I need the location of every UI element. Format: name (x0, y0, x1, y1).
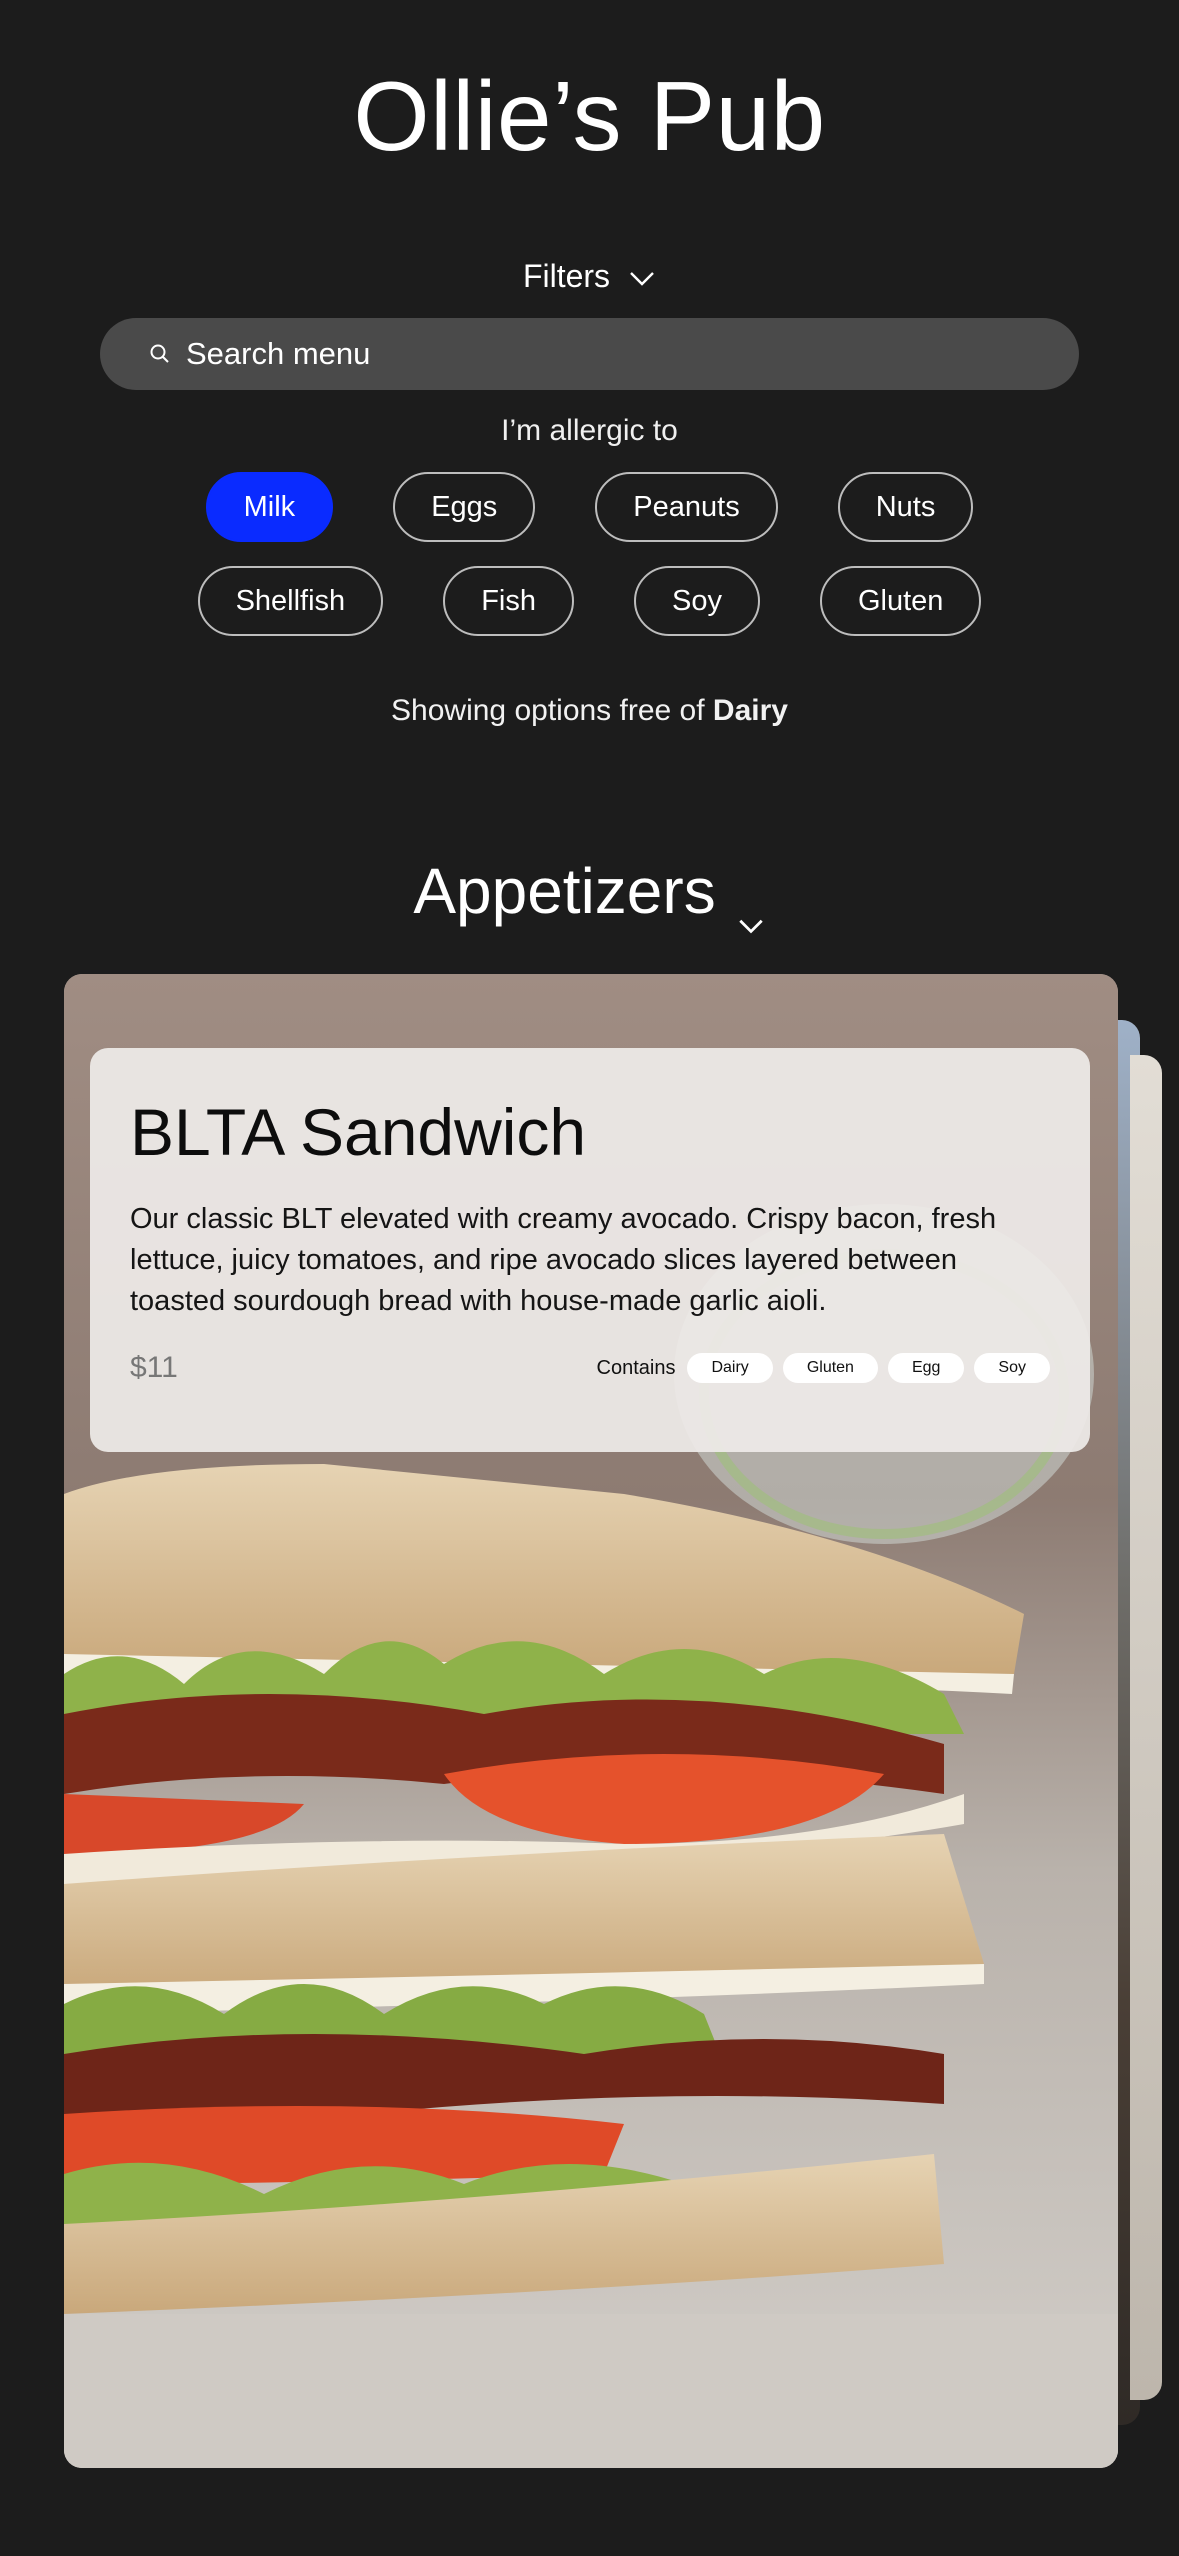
filters-toggle[interactable]: Filters (0, 258, 1179, 295)
allergen-tag-soy: Soy (974, 1353, 1050, 1383)
section-dropdown-appetizers[interactable]: Appetizers (0, 854, 1179, 934)
allergen-tags: Contains Dairy Gluten Egg Soy (597, 1353, 1050, 1383)
allergen-tag-dairy: Dairy (687, 1353, 773, 1383)
menu-page: Ollie’s Pub Filters I’m allergic to Milk… (0, 0, 1179, 2556)
item-details-panel: BLTA Sandwich Our classic BLT elevated w… (90, 1048, 1090, 1452)
allergen-chip-gluten[interactable]: Gluten (819, 566, 982, 636)
restaurant-title: Ollie’s Pub (353, 61, 826, 171)
search-bar[interactable] (100, 318, 1079, 390)
allergen-chips-row-1: Milk Eggs Peanuts Nuts (0, 472, 1179, 542)
filters-label: Filters (522, 258, 611, 294)
allergen-chip-shellfish[interactable]: Shellfish (197, 566, 384, 636)
filter-status-prefix: Showing options free of (391, 694, 713, 727)
item-footer: $11 Contains Dairy Gluten Egg Soy (130, 1348, 1050, 1388)
allergen-chip-milk[interactable]: Milk (205, 472, 334, 542)
contains-label: Contains (596, 1356, 676, 1379)
search-input[interactable] (186, 336, 986, 372)
allergen-chip-fish[interactable]: Fish (443, 566, 574, 636)
allergen-tag-egg: Egg (887, 1353, 965, 1383)
chevron-down-icon (736, 881, 766, 934)
allergen-chip-nuts[interactable]: Nuts (837, 472, 974, 542)
menu-item-card[interactable]: BLTA Sandwich Our classic BLT elevated w… (64, 974, 1118, 2468)
item-description: Our classic BLT elevated with creamy avo… (130, 1202, 997, 1317)
item-name: BLTA Sandwich (130, 1095, 587, 1169)
allergen-tag-gluten: Gluten (782, 1353, 878, 1383)
allergen-chip-peanuts[interactable]: Peanuts (595, 472, 778, 542)
item-price: $11 (130, 1351, 178, 1384)
allergen-chips-row-2: Shellfish Fish Soy Gluten (0, 566, 1179, 636)
allergen-chip-soy[interactable]: Soy (633, 566, 760, 636)
section-title: Appetizers (413, 855, 716, 927)
chevron-down-icon (628, 263, 656, 291)
filter-status: Showing options free of Dairy (0, 694, 1179, 728)
search-icon (148, 342, 172, 366)
allergen-chip-eggs[interactable]: Eggs (393, 472, 536, 542)
next-card-preview-2[interactable] (1130, 1055, 1162, 2400)
filter-status-value: Dairy (712, 694, 788, 727)
allergen-heading: I’m allergic to (501, 414, 678, 447)
